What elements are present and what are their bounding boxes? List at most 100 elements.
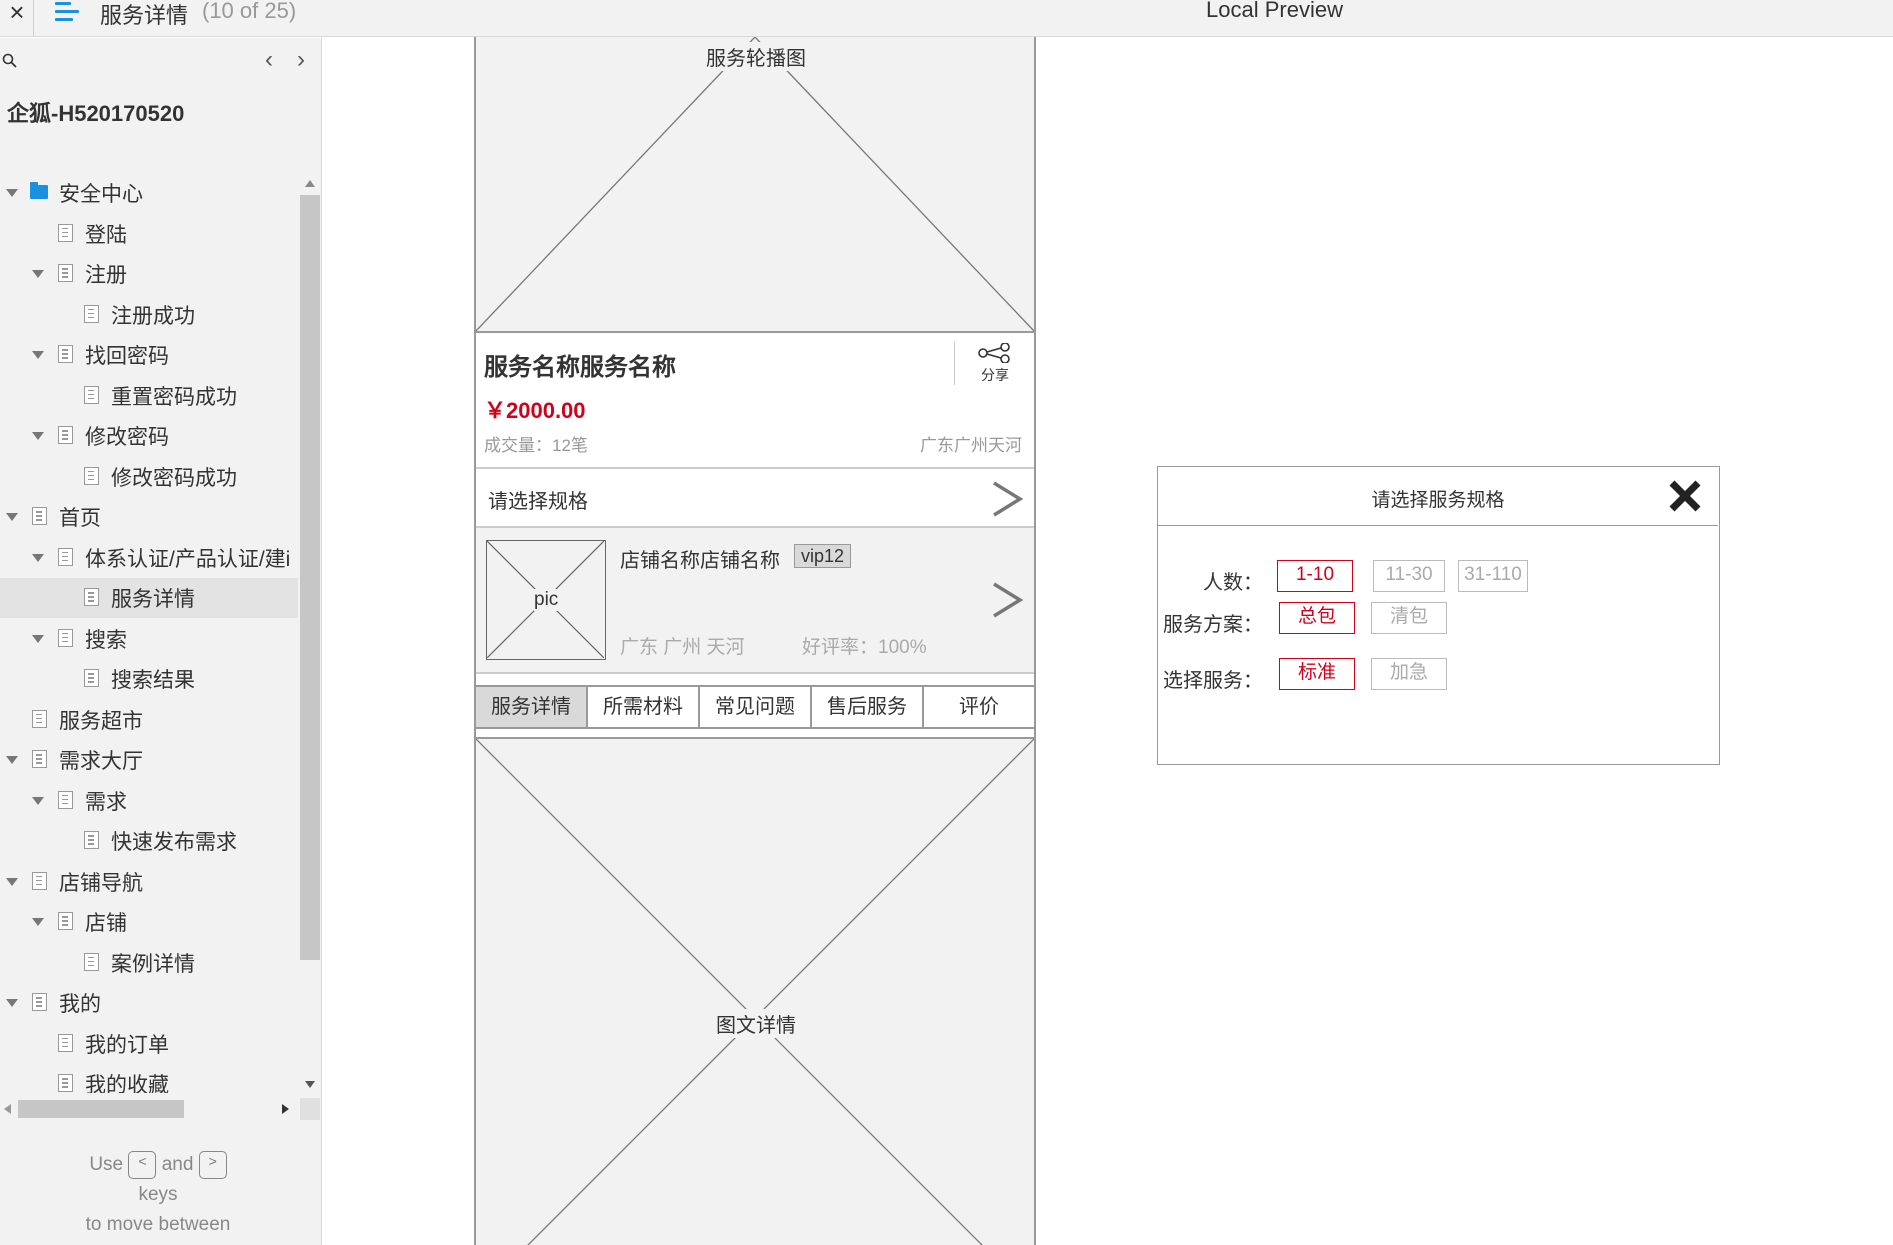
sidebar-item-label: 我的 xyxy=(59,993,101,1016)
page-count: (10 of 25) xyxy=(202,0,297,23)
spec-option-button[interactable]: 11-30 xyxy=(1373,560,1445,592)
sidebar-item[interactable]: 搜索结果 xyxy=(0,659,298,699)
expand-toggle-icon[interactable] xyxy=(6,513,18,521)
page-tree: 安全中心登陆注册注册成功找回密码 重置密码成功 修改密码修改密码成功 首页体系认证/产… xyxy=(0,173,298,1093)
help-text-line3: to move between xyxy=(85,1214,231,1235)
sidebar-item[interactable]: 服务超市 xyxy=(0,700,298,740)
sidebar-item[interactable]: 修改密码 xyxy=(0,416,298,456)
sidebar-item[interactable]: 体系认证/产品认证/建i xyxy=(0,538,298,578)
share-icon[interactable] xyxy=(977,343,1011,363)
expand-toggle-icon[interactable] xyxy=(6,189,18,197)
expand-toggle-icon[interactable] xyxy=(32,634,44,643)
sidebar-item[interactable]: 我的 xyxy=(0,983,298,1023)
sidebar-item[interactable]: 我的订单 xyxy=(0,1024,298,1064)
prev-page-button[interactable]: ‹ xyxy=(258,46,280,74)
sidebar-item[interactable]: 搜索 xyxy=(0,619,298,659)
expand-toggle-icon[interactable] xyxy=(32,270,44,278)
vertical-scrollbar[interactable] xyxy=(300,173,320,1098)
sidebar-item[interactable]: 快速发布需求 xyxy=(0,821,298,861)
detail-tab[interactable]: 售后服务 xyxy=(812,687,924,727)
next-key-icon: > xyxy=(198,1150,227,1179)
sidebar-item[interactable]: 我的收藏 xyxy=(0,1064,298,1093)
share-divider xyxy=(954,341,955,385)
sidebar-item[interactable]: 服务详情 xyxy=(0,578,298,618)
sidebar-item[interactable]: 店铺导航 xyxy=(0,862,298,902)
detail-tab[interactable]: 常见问题 xyxy=(700,687,812,727)
next-page-button[interactable]: › xyxy=(290,46,312,74)
folder-icon xyxy=(30,182,48,199)
keyboard-help: Use < and > keys to move between pages xyxy=(0,1150,316,1245)
shop-card[interactable]: pic 店铺名称店铺名称 vip12 广东 广州 天河 好评率：100% xyxy=(476,528,1034,674)
sidebar-item-label: 我的订单 xyxy=(85,1033,169,1057)
shop-name: 店铺名称店铺名称 xyxy=(620,550,780,572)
detail-tab[interactable]: 服务详情 xyxy=(476,687,588,727)
sidebar-item[interactable]: 注册成功 xyxy=(0,295,298,335)
sidebar-item[interactable]: 注册 xyxy=(0,254,298,294)
service-info: 服务名称服务名称 分享 ￥2000.00 成交量：12笔 广东广州天河 xyxy=(476,333,1034,461)
sidebar-item-label: 登陆 xyxy=(85,223,127,247)
expand-toggle-icon[interactable] xyxy=(6,999,18,1007)
sidebar-item-label: 我的收藏 xyxy=(85,1074,169,1093)
sidebar-item[interactable]: 安全中心 xyxy=(0,173,298,213)
scrollbar-corner xyxy=(300,1098,320,1120)
sidebar-item[interactable]: 找回密码 xyxy=(0,335,298,375)
option-group-label: 人数： xyxy=(1203,572,1263,594)
sidebar: ‹ › 企狐-H520170520 安全中心登陆注册注册成功找回密码 重置密码成功… xyxy=(0,38,322,1245)
project-title: 企狐-H520170520 xyxy=(7,101,185,126)
spec-option-button[interactable]: 31-110 xyxy=(1458,560,1528,592)
scroll-down-icon[interactable] xyxy=(305,1081,315,1088)
page-icon xyxy=(84,669,99,687)
scroll-left-icon[interactable] xyxy=(4,1104,11,1114)
expand-toggle-icon[interactable] xyxy=(6,877,18,886)
expand-toggle-icon[interactable] xyxy=(32,432,44,440)
close-button[interactable]: × xyxy=(4,0,30,30)
page-icon xyxy=(84,588,99,606)
sidebar-item[interactable]: 重置密码成功 xyxy=(0,376,298,416)
sidebar-item-label: 注册成功 xyxy=(111,304,195,328)
sidebar-item[interactable]: 需求大厅 xyxy=(0,740,298,780)
sidebar-item-label: 体系认证/产品认证/建i xyxy=(85,547,291,571)
sidebar-item-label: 注册 xyxy=(85,264,127,287)
sidebar-item-label: 修改密码成功 xyxy=(111,466,237,490)
sidebar-item[interactable]: 需求 xyxy=(0,781,298,821)
search-icon[interactable] xyxy=(2,53,18,69)
sidebar-item-label: 首页 xyxy=(59,507,101,530)
spec-option-button[interactable]: 加急 xyxy=(1371,658,1447,690)
detail-placeholder-cross xyxy=(476,739,1034,1245)
page-icon xyxy=(58,547,73,566)
close-icon[interactable] xyxy=(1667,478,1703,514)
horizontal-scroll-thumb[interactable] xyxy=(18,1100,184,1118)
help-text-line4: pages xyxy=(0,1240,316,1245)
expand-toggle-icon[interactable] xyxy=(32,796,44,805)
detail-tab[interactable]: 所需材料 xyxy=(588,687,700,727)
spec-option-button[interactable]: 清包 xyxy=(1371,602,1447,634)
spec-selector[interactable]: 请选择规格 xyxy=(476,467,1034,528)
expand-toggle-icon[interactable] xyxy=(6,756,18,764)
sidebar-item[interactable]: 修改密码成功 xyxy=(0,457,298,497)
expand-toggle-icon[interactable] xyxy=(32,351,44,359)
sidebar-item[interactable]: 首页 xyxy=(0,497,298,537)
vertical-scroll-thumb[interactable] xyxy=(300,195,320,960)
share-label[interactable]: 分享 xyxy=(981,365,1009,385)
preview-label: Local Preview xyxy=(1206,0,1343,22)
sidebar-item[interactable]: 店铺 xyxy=(0,902,298,942)
sidebar-item[interactable]: 案例详情 xyxy=(0,943,298,983)
page-icon xyxy=(58,1074,73,1092)
sidebar-item-label: 搜索 xyxy=(85,628,127,652)
spec-option-button[interactable]: 总包 xyxy=(1279,602,1355,634)
detail-tab[interactable]: 评价 xyxy=(924,687,1034,727)
spec-option-button[interactable]: 1-10 xyxy=(1277,560,1353,592)
hamburger-menu-icon[interactable] xyxy=(55,1,79,23)
sidebar-item[interactable]: 登陆 xyxy=(0,214,298,254)
sidebar-item-label: 案例详情 xyxy=(111,952,195,976)
expand-toggle-icon[interactable] xyxy=(32,918,44,926)
page-icon xyxy=(84,952,99,971)
sidebar-item-label: 需求大厅 xyxy=(59,750,143,773)
scroll-up-icon[interactable] xyxy=(305,180,315,187)
spec-option-button[interactable]: 标准 xyxy=(1279,658,1355,690)
service-name: 服务名称服务名称 xyxy=(484,354,676,381)
scroll-right-icon[interactable] xyxy=(282,1104,289,1114)
horizontal-scrollbar[interactable] xyxy=(0,1098,300,1120)
expand-toggle-icon[interactable] xyxy=(32,553,44,562)
option-group-label: 选择服务： xyxy=(1163,670,1263,692)
